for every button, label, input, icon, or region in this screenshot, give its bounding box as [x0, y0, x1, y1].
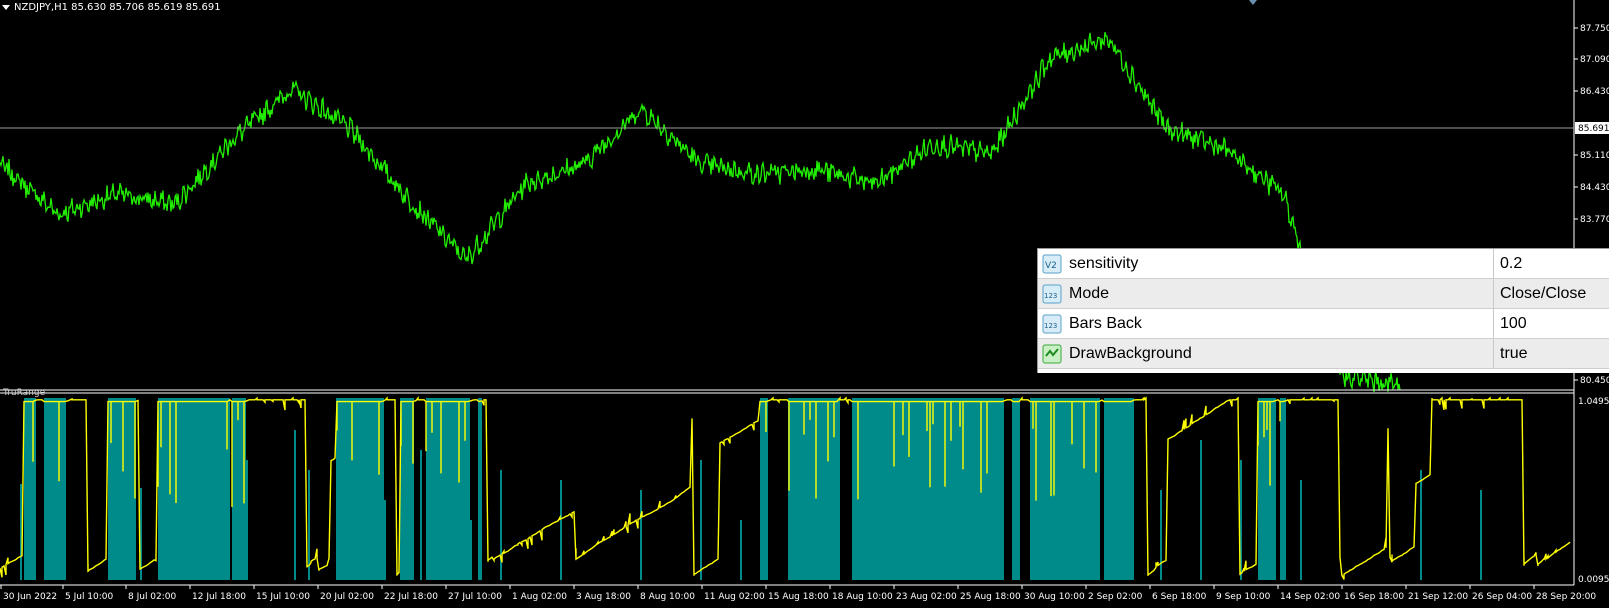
column-separator — [1493, 279, 1494, 309]
input-name: Bars Back — [1069, 315, 1142, 332]
price-axis-label: 87.750 — [1580, 24, 1609, 34]
trurange-fill-spike — [1480, 490, 1482, 580]
input-row-sensitivity[interactable]: V2 sensitivity 0.2 — [1038, 249, 1609, 279]
input-row-bars-back[interactable]: 123 Bars Back 100 — [1038, 309, 1609, 339]
time-axis-label: 25 Aug 18:00 — [960, 592, 1021, 602]
time-axis-label: 8 Jul 02:00 — [128, 592, 177, 602]
time-axis-label: 15 Jul 10:00 — [256, 592, 310, 602]
time-axis-label: 30 Aug 10:00 — [1024, 592, 1085, 602]
trurange-fill-block — [1280, 398, 1286, 580]
input-value[interactable]: 0.2 — [1500, 249, 1522, 279]
trurange-fill-block — [478, 398, 482, 580]
time-axis-label: 23 Aug 02:00 — [896, 592, 957, 602]
column-separator — [1493, 339, 1494, 369]
dropdown-triangle-icon[interactable] — [2, 4, 10, 10]
price-axis-label: 83.770 — [1580, 215, 1609, 225]
input-row-drawbackground[interactable]: DrawBackground true — [1038, 339, 1609, 369]
price-axis-label: 87.090 — [1580, 55, 1609, 65]
time-axis-label: 12 Jul 18:00 — [192, 592, 246, 602]
trurange-fill-block — [44, 398, 66, 580]
time-axis-label: 16 Sep 18:00 — [1344, 592, 1404, 602]
price-axis-label: 84.430 — [1580, 183, 1609, 193]
trurange-fill-spike — [740, 520, 742, 580]
trurange-fill-block — [108, 398, 136, 580]
time-axis-label: 3 Aug 18:00 — [576, 592, 631, 602]
input-value[interactable]: true — [1500, 339, 1528, 369]
input-name: sensitivity — [1069, 255, 1139, 272]
trurange-fill-spike — [1116, 470, 1118, 580]
trurange-fill-spike — [700, 460, 702, 580]
trurange-fill-spike — [420, 450, 422, 580]
time-axis-label: 22 Jul 18:00 — [384, 592, 438, 602]
trurange-fill-block — [400, 398, 414, 580]
osc-axis-bottom-label: 0.0095 — [1578, 575, 1609, 585]
chart-title: NZDJPY,H1 85.630 85.706 85.619 85.691 — [2, 2, 221, 13]
time-axis-label: 9 Sep 10:00 — [1216, 592, 1271, 602]
indicator-inputs-table: V2 sensitivity 0.2 123 Mode Close/Close 123 Bar… — [1037, 248, 1609, 373]
trurange-fill-block — [788, 398, 840, 580]
price-axis-label: 85.110 — [1580, 151, 1609, 161]
svg-text:123: 123 — [1044, 322, 1057, 330]
v2-icon: V2 — [1042, 254, 1062, 274]
trurange-fill-block — [1012, 398, 1020, 580]
input-name: DrawBackground — [1069, 345, 1192, 362]
trurange-fill-spike — [294, 430, 296, 580]
time-axis-label: 6 Sep 18:00 — [1152, 592, 1207, 602]
time-axis-label: 11 Aug 02:00 — [704, 592, 765, 602]
trurange-fill-spike — [1300, 480, 1302, 580]
trurange-fill-block — [1104, 398, 1134, 580]
trurange-fill-spike — [1160, 490, 1162, 580]
trurange-fill-spike — [470, 520, 472, 580]
svg-text:123: 123 — [1044, 292, 1057, 300]
time-axis-label: 30 Jun 2022 — [3, 592, 57, 602]
trurange-fill-block — [1030, 398, 1100, 580]
price-axis-label: 80.450 — [1580, 376, 1609, 386]
row-divider — [1038, 368, 1609, 369]
time-axis-label: 2 Sep 02:00 — [1088, 592, 1143, 602]
int-123-icon: 123 — [1042, 314, 1062, 334]
time-axis-label: 5 Jul 10:00 — [65, 592, 114, 602]
trurange-fill-spike — [500, 470, 502, 580]
time-axis-label: 8 Aug 10:00 — [640, 592, 695, 602]
chart-title-text: NZDJPY,H1 85.630 85.706 85.619 85.691 — [14, 2, 221, 13]
time-axis-label: 27 Jul 10:00 — [448, 592, 502, 602]
time-axis-label: 14 Sep 02:00 — [1280, 592, 1340, 602]
time-axis-label: 20 Jul 02:00 — [320, 592, 374, 602]
int-123-icon: 123 — [1042, 284, 1062, 304]
trurange-fill-spike — [1200, 440, 1202, 580]
svg-text:V2: V2 — [1045, 261, 1057, 271]
time-axis-label: 26 Sep 04:00 — [1472, 592, 1532, 602]
trurange-fill-spike — [560, 480, 562, 580]
trurange-fill-spike — [246, 460, 248, 580]
trurange-fill-block — [760, 398, 768, 580]
bool-check-icon — [1042, 344, 1062, 364]
time-axis-label: 15 Aug 18:00 — [768, 592, 829, 602]
price-axis-label: 86.430 — [1580, 87, 1609, 97]
input-row-mode[interactable]: 123 Mode Close/Close — [1038, 279, 1609, 309]
trurange-fill-block — [24, 398, 36, 580]
input-value[interactable]: 100 — [1500, 309, 1527, 339]
trurange-fill-spike — [1420, 470, 1422, 580]
mt4-chart-window[interactable]: 87.750 87.090 86.430 85.110 84.430 83.770 80.4… — [0, 0, 1609, 608]
column-separator — [1493, 309, 1494, 339]
time-axis-label: 28 Sep 20:00 — [1536, 592, 1596, 602]
osc-axis-top-label: 1.0495 — [1578, 397, 1609, 407]
time-axis-label: 21 Sep 12:00 — [1408, 592, 1468, 602]
input-value[interactable]: Close/Close — [1500, 279, 1586, 309]
indicator-window-label: TruRange — [3, 388, 46, 398]
trurange-fill-block — [336, 398, 384, 580]
trurange-fill-spike — [384, 500, 386, 580]
column-separator — [1493, 249, 1494, 279]
time-axis-label: 1 Aug 02:00 — [512, 592, 567, 602]
trurange-fill-block — [158, 398, 230, 580]
time-axis-label: 18 Aug 10:00 — [832, 592, 893, 602]
trurange-fill-spike — [640, 490, 642, 580]
current-price-label: 85.691 — [1578, 124, 1609, 134]
input-name: Mode — [1069, 285, 1110, 302]
